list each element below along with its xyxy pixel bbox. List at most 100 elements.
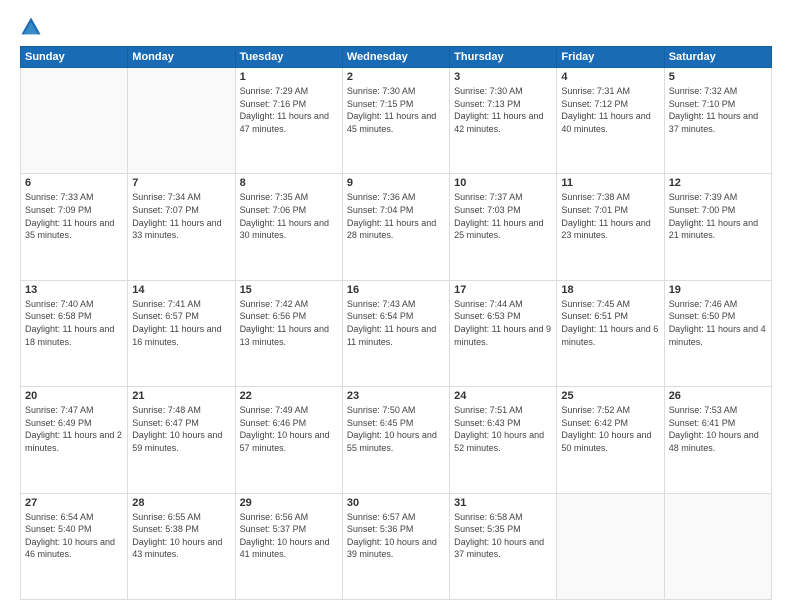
calendar-cell: 7 Sunrise: 7:34 AM Sunset: 7:07 PM Daylig…: [128, 174, 235, 280]
day-number: 29: [240, 497, 338, 509]
day-number: 7: [132, 177, 230, 189]
day-info: Sunrise: 7:41 AM Sunset: 6:57 PM Dayligh…: [132, 298, 230, 348]
day-info: Sunrise: 7:47 AM Sunset: 6:49 PM Dayligh…: [25, 404, 123, 454]
calendar-cell: [21, 68, 128, 174]
day-info: Sunrise: 7:50 AM Sunset: 6:45 PM Dayligh…: [347, 404, 445, 454]
day-number: 28: [132, 497, 230, 509]
day-number: 1: [240, 71, 338, 83]
calendar-cell: 19 Sunrise: 7:46 AM Sunset: 6:50 PM Dayli…: [664, 280, 771, 386]
day-info: Sunrise: 7:51 AM Sunset: 6:43 PM Dayligh…: [454, 404, 552, 454]
day-info: Sunrise: 7:49 AM Sunset: 6:46 PM Dayligh…: [240, 404, 338, 454]
calendar-cell: 15Sunrise: 7:42 AM Sunset: 6:56 PM Dayli…: [235, 280, 342, 386]
calendar-header-row: SundayMondayTuesdayWednesdayThursdayFrid…: [21, 47, 772, 68]
calendar-cell: 11 Sunrise: 7:38 AM Sunset: 7:01 PM Dayli…: [557, 174, 664, 280]
day-number: 20: [25, 390, 123, 402]
day-info: Sunrise: 7:32 AM Sunset: 7:10 PM Dayligh…: [669, 85, 767, 135]
day-info: Sunrise: 7:53 AM Sunset: 6:41 PM Dayligh…: [669, 404, 767, 454]
day-info: Sunrise: 6:54 AM Sunset: 5:40 PM Dayligh…: [25, 511, 123, 561]
day-number: 9: [347, 177, 445, 189]
day-number: 27: [25, 497, 123, 509]
day-info: Sunrise: 7:30 AM Sunset: 7:15 PM Dayligh…: [347, 85, 445, 135]
calendar-cell: [557, 493, 664, 599]
day-number: 21: [132, 390, 230, 402]
calendar-cell: 29 Sunrise: 6:56 AM Sunset: 5:37 PM Dayli…: [235, 493, 342, 599]
day-info: Sunrise: 7:34 AM Sunset: 7:07 PM Dayligh…: [132, 191, 230, 241]
calendar-cell: 5 Sunrise: 7:32 AM Sunset: 7:10 PM Daylig…: [664, 68, 771, 174]
weekday-header: Friday: [557, 47, 664, 68]
calendar-cell: 25Sunrise: 7:52 AM Sunset: 6:42 PM Dayli…: [557, 387, 664, 493]
logo-icon: [20, 16, 42, 38]
weekday-header: Tuesday: [235, 47, 342, 68]
day-number: 8: [240, 177, 338, 189]
day-info: Sunrise: 7:52 AM Sunset: 6:42 PM Dayligh…: [561, 404, 659, 454]
day-number: 6: [25, 177, 123, 189]
day-number: 12: [669, 177, 767, 189]
weekday-header: Saturday: [664, 47, 771, 68]
calendar-week-row: 6 Sunrise: 7:33 AM Sunset: 7:09 PM Daylig…: [21, 174, 772, 280]
calendar-cell: 4 Sunrise: 7:31 AM Sunset: 7:12 PM Daylig…: [557, 68, 664, 174]
day-info: Sunrise: 7:33 AM Sunset: 7:09 PM Dayligh…: [25, 191, 123, 241]
day-number: 22: [240, 390, 338, 402]
day-info: Sunrise: 7:30 AM Sunset: 7:13 PM Dayligh…: [454, 85, 552, 135]
weekday-header: Monday: [128, 47, 235, 68]
day-info: Sunrise: 7:36 AM Sunset: 7:04 PM Dayligh…: [347, 191, 445, 241]
day-number: 13: [25, 284, 123, 296]
calendar-cell: 3 Sunrise: 7:30 AM Sunset: 7:13 PM Daylig…: [450, 68, 557, 174]
calendar-cell: 17 Sunrise: 7:44 AM Sunset: 6:53 PM Dayli…: [450, 280, 557, 386]
logo: [20, 16, 46, 38]
calendar-table: SundayMondayTuesdayWednesdayThursdayFrid…: [20, 46, 772, 600]
day-number: 24: [454, 390, 552, 402]
calendar-cell: 6 Sunrise: 7:33 AM Sunset: 7:09 PM Daylig…: [21, 174, 128, 280]
calendar-cell: 12 Sunrise: 7:39 AM Sunset: 7:00 PM Dayli…: [664, 174, 771, 280]
calendar-cell: 27 Sunrise: 6:54 AM Sunset: 5:40 PM Dayli…: [21, 493, 128, 599]
calendar-cell: 10 Sunrise: 7:37 AM Sunset: 7:03 PM Dayli…: [450, 174, 557, 280]
calendar-week-row: 20 Sunrise: 7:47 AM Sunset: 6:49 PM Dayli…: [21, 387, 772, 493]
calendar-cell: 16 Sunrise: 7:43 AM Sunset: 6:54 PM Dayli…: [342, 280, 449, 386]
calendar-cell: 20 Sunrise: 7:47 AM Sunset: 6:49 PM Dayli…: [21, 387, 128, 493]
page: SundayMondayTuesdayWednesdayThursdayFrid…: [0, 0, 792, 612]
header: [20, 16, 772, 38]
day-info: Sunrise: 6:56 AM Sunset: 5:37 PM Dayligh…: [240, 511, 338, 561]
weekday-header: Sunday: [21, 47, 128, 68]
day-info: Sunrise: 6:55 AM Sunset: 5:38 PM Dayligh…: [132, 511, 230, 561]
day-info: Sunrise: 7:38 AM Sunset: 7:01 PM Dayligh…: [561, 191, 659, 241]
day-info: Sunrise: 7:46 AM Sunset: 6:50 PM Dayligh…: [669, 298, 767, 348]
calendar-cell: 31Sunrise: 6:58 AM Sunset: 5:35 PM Dayli…: [450, 493, 557, 599]
calendar-cell: [128, 68, 235, 174]
day-number: 2: [347, 71, 445, 83]
calendar-cell: 23 Sunrise: 7:50 AM Sunset: 6:45 PM Dayli…: [342, 387, 449, 493]
calendar-cell: 21 Sunrise: 7:48 AM Sunset: 6:47 PM Dayli…: [128, 387, 235, 493]
weekday-header: Thursday: [450, 47, 557, 68]
calendar-cell: 26 Sunrise: 7:53 AM Sunset: 6:41 PM Dayli…: [664, 387, 771, 493]
day-info: Sunrise: 7:39 AM Sunset: 7:00 PM Dayligh…: [669, 191, 767, 241]
day-info: Sunrise: 7:43 AM Sunset: 6:54 PM Dayligh…: [347, 298, 445, 348]
day-number: 11: [561, 177, 659, 189]
day-number: 3: [454, 71, 552, 83]
calendar-cell: 30Sunrise: 6:57 AM Sunset: 5:36 PM Dayli…: [342, 493, 449, 599]
day-number: 26: [669, 390, 767, 402]
day-info: Sunrise: 7:37 AM Sunset: 7:03 PM Dayligh…: [454, 191, 552, 241]
day-info: Sunrise: 7:45 AM Sunset: 6:51 PM Dayligh…: [561, 298, 659, 348]
day-number: 17: [454, 284, 552, 296]
calendar-week-row: 13 Sunrise: 7:40 AM Sunset: 6:58 PM Dayli…: [21, 280, 772, 386]
day-number: 4: [561, 71, 659, 83]
day-number: 5: [669, 71, 767, 83]
day-number: 31: [454, 497, 552, 509]
day-info: Sunrise: 7:44 AM Sunset: 6:53 PM Dayligh…: [454, 298, 552, 348]
day-number: 19: [669, 284, 767, 296]
day-info: Sunrise: 7:42 AM Sunset: 6:56 PM Dayligh…: [240, 298, 338, 348]
day-info: Sunrise: 7:29 AM Sunset: 7:16 PM Dayligh…: [240, 85, 338, 135]
day-number: 16: [347, 284, 445, 296]
day-info: Sunrise: 7:48 AM Sunset: 6:47 PM Dayligh…: [132, 404, 230, 454]
day-info: Sunrise: 7:40 AM Sunset: 6:58 PM Dayligh…: [25, 298, 123, 348]
day-info: Sunrise: 6:57 AM Sunset: 5:36 PM Dayligh…: [347, 511, 445, 561]
day-number: 14: [132, 284, 230, 296]
day-number: 23: [347, 390, 445, 402]
calendar-cell: [664, 493, 771, 599]
day-number: 10: [454, 177, 552, 189]
calendar-cell: 9 Sunrise: 7:36 AM Sunset: 7:04 PM Daylig…: [342, 174, 449, 280]
calendar-cell: 22 Sunrise: 7:49 AM Sunset: 6:46 PM Dayli…: [235, 387, 342, 493]
calendar-cell: 28 Sunrise: 6:55 AM Sunset: 5:38 PM Dayli…: [128, 493, 235, 599]
day-info: Sunrise: 7:31 AM Sunset: 7:12 PM Dayligh…: [561, 85, 659, 135]
calendar-cell: 13 Sunrise: 7:40 AM Sunset: 6:58 PM Dayli…: [21, 280, 128, 386]
